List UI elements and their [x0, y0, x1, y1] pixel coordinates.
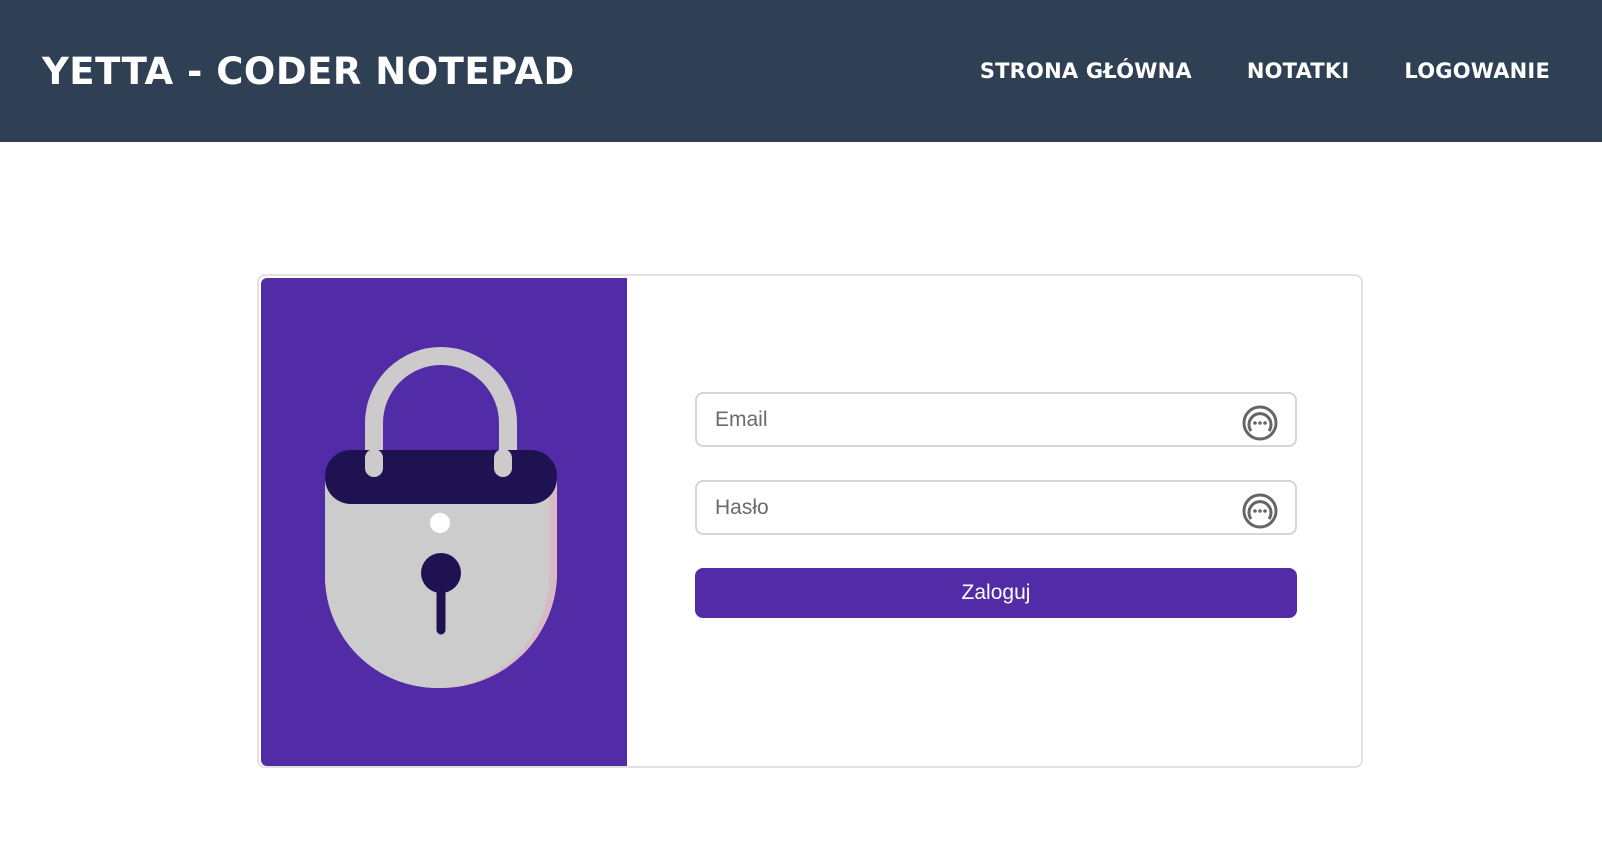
- login-card: Zaloguj: [257, 274, 1363, 768]
- login-illustration-panel: [261, 278, 627, 766]
- password-input[interactable]: [697, 482, 1295, 533]
- password-field-wrapper: [695, 480, 1297, 535]
- email-field-wrapper: [695, 392, 1297, 447]
- brand-title[interactable]: YETTA - CODER NOTEPAD: [42, 50, 575, 93]
- password-manager-icon[interactable]: [1241, 404, 1279, 442]
- email-input[interactable]: [697, 394, 1295, 445]
- padlock-icon: [325, 347, 557, 689]
- nav-link-home[interactable]: STRONA GŁÓWNA: [980, 59, 1192, 83]
- nav-link-login[interactable]: LOGOWANIE: [1404, 59, 1550, 83]
- nav-link-notes[interactable]: NOTATKI: [1247, 59, 1350, 83]
- top-navbar: YETTA - CODER NOTEPAD STRONA GŁÓWNA NOTA…: [0, 0, 1602, 142]
- login-button[interactable]: Zaloguj: [695, 568, 1297, 618]
- password-manager-icon[interactable]: [1241, 492, 1279, 530]
- main-nav: STRONA GŁÓWNA NOTATKI LOGOWANIE: [980, 59, 1550, 83]
